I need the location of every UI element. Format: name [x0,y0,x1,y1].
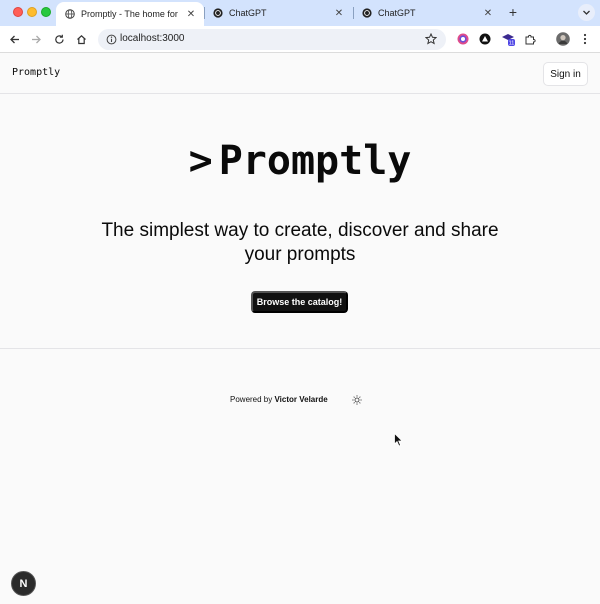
hero-tagline: The simplest way to create, discover and… [101,220,499,265]
mouse-cursor-icon [394,433,404,447]
browser-tab-strip: Promptly - The home for your ✕ ChatGPT ✕… [0,0,600,26]
browser-menu-kebab-icon[interactable] [578,32,592,46]
extension-graduation-icon[interactable]: 11 [501,32,515,46]
home-icon [76,34,86,44]
hero-title-text: Promptly [218,138,412,184]
minimize-window-button[interactable] [27,7,37,17]
chatgpt-icon [362,8,372,18]
extension-color-icon[interactable] [456,32,470,46]
browse-catalog-button[interactable]: Browse the catalog! [251,291,348,313]
tab-title: ChatGPT [229,8,267,18]
powered-by-text: Powered by Victor Velarde [230,395,328,404]
maximize-window-button[interactable] [41,7,51,17]
browser-tab-promptly[interactable]: Promptly - The home for your ✕ [56,2,204,26]
site-footer: Powered by Victor Velarde [0,394,600,408]
author-name-link[interactable]: Victor Velarde [274,395,327,404]
hero-section: > Promptly The simplest way to create, di… [0,94,600,349]
sun-icon [352,395,362,405]
brand-logo-link[interactable]: Promptly [12,67,60,78]
tab-search-button[interactable] [578,4,595,21]
browser-tab-chatgpt-2[interactable]: ChatGPT ✕ [353,2,501,24]
tab-close-icon[interactable]: ✕ [184,7,198,21]
home-button[interactable] [73,31,89,47]
powered-by-prefix: Powered by [230,395,273,404]
profile-avatar[interactable] [556,32,570,46]
arrow-left-icon [9,35,19,43]
site-header: Promptly Sign in [0,54,600,94]
new-tab-button[interactable]: + [505,4,521,20]
arrow-right-icon [31,35,41,43]
chevron-down-icon [583,10,590,15]
forward-button[interactable] [28,31,44,47]
extension-badge-count: 11 [509,41,515,46]
nextjs-dev-indicator-button[interactable]: N [11,571,36,596]
back-button[interactable] [6,31,22,47]
bookmark-star-icon[interactable] [424,32,438,46]
browser-tab-chatgpt-1[interactable]: ChatGPT ✕ [204,2,352,24]
url-text: localhost:3000 [120,33,185,44]
tab-title: ChatGPT [378,8,416,18]
reload-button[interactable] [51,31,67,47]
chatgpt-icon [213,8,223,18]
tab-close-icon[interactable]: ✕ [332,6,346,20]
prompt-chevron-glyph: > [188,138,213,184]
address-bar[interactable]: localhost:3000 [98,29,446,50]
web-page: Promptly Sign in > Promptly The simplest … [0,54,600,604]
extensions-puzzle-icon[interactable] [523,32,537,46]
extension-triangle-icon[interactable] [478,32,492,46]
globe-icon [65,9,75,19]
sign-in-button[interactable]: Sign in [543,62,588,86]
theme-toggle-button[interactable] [351,394,363,406]
tab-title: Promptly - The home for your [81,9,178,19]
browser-toolbar: localhost:3000 11 [0,26,600,53]
hero-title: > Promptly [0,138,600,184]
site-info-icon[interactable] [104,32,118,46]
tab-close-icon[interactable]: ✕ [481,6,495,20]
close-window-button[interactable] [13,7,23,17]
reload-icon [54,34,64,44]
